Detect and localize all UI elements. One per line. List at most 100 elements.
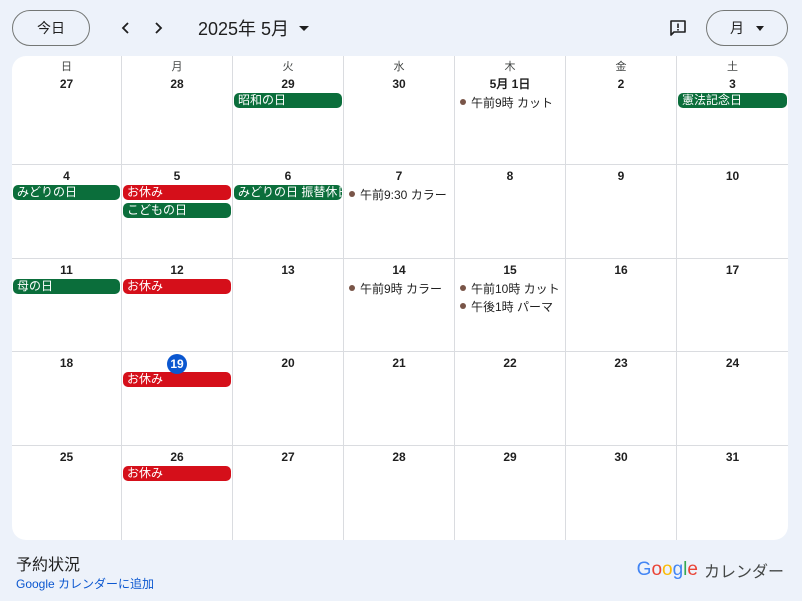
add-to-google-calendar-link[interactable]: Google カレンダーに追加 [16, 575, 154, 592]
appointment-event[interactable]: 午後1時 パーマ [456, 297, 564, 315]
date-number[interactable]: 29 [455, 448, 565, 466]
day-cell[interactable]: 26 お休み [122, 446, 233, 540]
date-number-label: 7 [395, 169, 403, 183]
date-number[interactable]: 10 [677, 167, 788, 185]
date-number[interactable]: 30 [344, 75, 454, 93]
day-cell[interactable]: 22 [455, 352, 566, 446]
day-cell[interactable]: 9 [566, 165, 677, 259]
holiday-event[interactable]: 母の日 [13, 279, 120, 294]
day-cell[interactable]: 火 29 昭和の日 [233, 56, 344, 165]
day-cell[interactable]: 18 [12, 352, 122, 446]
day-cell[interactable]: 19 お休み [122, 352, 233, 446]
day-cell[interactable]: 土 3 憲法記念日 [677, 56, 788, 165]
date-number[interactable]: 27 [233, 448, 343, 466]
day-cell[interactable]: 金2 [566, 56, 677, 165]
closed-day-event[interactable]: お休み [123, 466, 231, 481]
prev-month-button[interactable] [112, 14, 140, 42]
day-cell[interactable]: 4 みどりの日 [12, 165, 122, 259]
date-number[interactable]: 31 [677, 448, 788, 466]
month-picker[interactable]: 2025年 5月 [198, 15, 310, 41]
feedback-button[interactable] [664, 14, 692, 42]
date-number[interactable]: 6 [233, 167, 343, 185]
date-number[interactable]: 7 [344, 167, 454, 185]
date-number[interactable]: 20 [233, 354, 343, 372]
next-month-button[interactable] [144, 14, 172, 42]
holiday-event[interactable]: みどりの日 [13, 185, 120, 200]
day-cell[interactable]: 6 みどりの日 振替休日 [233, 165, 344, 259]
day-cell[interactable]: 12 お休み [122, 259, 233, 352]
date-number[interactable]: 4 [12, 167, 121, 185]
holiday-event[interactable]: 昭和の日 [234, 93, 342, 108]
date-number-label: 11 [60, 263, 73, 277]
date-number[interactable]: 14 [344, 261, 454, 279]
day-cell[interactable]: 29 [455, 446, 566, 540]
date-number[interactable]: 5 [122, 167, 232, 185]
date-number[interactable]: 17 [677, 261, 788, 279]
date-number[interactable]: 26 [122, 448, 232, 466]
day-cell[interactable]: 8 [455, 165, 566, 259]
date-number[interactable]: 29 [233, 75, 343, 93]
date-number[interactable]: 22 [455, 354, 565, 372]
closed-day-event[interactable]: お休み [123, 279, 231, 294]
date-number[interactable]: 15 [455, 261, 565, 279]
month-grid-cells: 日 27 月 28 火 29 昭和の日水 30 木 5月 1日 午前9時 カット金 2 土 3 憲法記念日 4… [12, 56, 788, 540]
date-number-label: 5月 1日 [489, 77, 531, 91]
day-cell[interactable]: 30 [566, 446, 677, 540]
date-number[interactable]: 3 [677, 75, 788, 93]
appointment-event[interactable]: 午前9時 カラー [345, 279, 453, 297]
day-cell[interactable]: 24 [677, 352, 788, 446]
day-cell[interactable]: 11 母の日 [12, 259, 122, 352]
today-button[interactable]: 今日 [12, 10, 90, 46]
day-cell[interactable]: 31 [677, 446, 788, 540]
day-cell[interactable]: 月 28 [122, 56, 233, 165]
date-number[interactable]: 12 [122, 261, 232, 279]
holiday-event[interactable]: こどもの日 [123, 203, 231, 218]
closed-day-event[interactable]: お休み [123, 185, 231, 200]
date-number[interactable]: 18 [12, 354, 121, 372]
event-list: 午前9:30 カラー [344, 185, 454, 203]
appointment-event[interactable]: 午前9:30 カラー [345, 185, 453, 203]
view-selector-button[interactable]: 月 [706, 10, 788, 46]
holiday-event[interactable]: 憲法記念日 [678, 93, 787, 108]
date-number[interactable]: 13 [233, 261, 343, 279]
day-cell[interactable]: 16 [566, 259, 677, 352]
date-number[interactable]: 28 [122, 75, 232, 93]
day-cell[interactable]: 15 午前10時 カット 午後1時 パーマ [455, 259, 566, 352]
day-cell[interactable]: 7 午前9:30 カラー [344, 165, 455, 259]
closed-day-event[interactable]: お休み [123, 372, 231, 387]
date-number[interactable]: 21 [344, 354, 454, 372]
day-cell[interactable]: 日 27 [12, 56, 122, 165]
date-number[interactable]: 24 [677, 354, 788, 372]
day-cell[interactable]: 10 [677, 165, 788, 259]
date-number[interactable]: 27 [12, 75, 121, 93]
date-number[interactable]: 8 [455, 167, 565, 185]
date-number[interactable]: 25 [12, 448, 121, 466]
appointment-label: 午前10時 カット [471, 281, 560, 296]
day-cell[interactable]: 25 [12, 446, 122, 540]
date-number[interactable]: 16 [566, 261, 676, 279]
day-cell[interactable]: 5 お休みこどもの日 [122, 165, 233, 259]
day-cell[interactable]: 17 [677, 259, 788, 352]
date-number[interactable]: 30 [566, 448, 676, 466]
toolbar: 今日 2025年 5月 月 [0, 0, 802, 56]
date-number[interactable]: 11 [12, 261, 121, 279]
day-cell[interactable]: 水 30 [344, 56, 455, 165]
day-cell[interactable]: 21 [344, 352, 455, 446]
holiday-event[interactable]: みどりの日 振替休日 [234, 185, 342, 200]
day-cell[interactable]: 13 [233, 259, 344, 352]
event-dot-icon [460, 285, 466, 291]
day-cell[interactable]: 23 [566, 352, 677, 446]
date-number[interactable]: 28 [344, 448, 454, 466]
day-cell[interactable]: 20 [233, 352, 344, 446]
day-cell[interactable]: 木 5月 1日 午前9時 カット [455, 56, 566, 165]
date-number[interactable]: 9 [566, 167, 676, 185]
date-number[interactable]: 2 [566, 75, 676, 93]
day-cell[interactable]: 27 [233, 446, 344, 540]
today-date-number[interactable]: 19 [122, 354, 232, 374]
appointment-event[interactable]: 午前9時 カット [456, 93, 564, 111]
appointment-event[interactable]: 午前10時 カット [456, 279, 564, 297]
date-number[interactable]: 23 [566, 354, 676, 372]
date-number[interactable]: 5月 1日 [455, 75, 565, 93]
day-cell[interactable]: 28 [344, 446, 455, 540]
day-cell[interactable]: 14 午前9時 カラー [344, 259, 455, 352]
